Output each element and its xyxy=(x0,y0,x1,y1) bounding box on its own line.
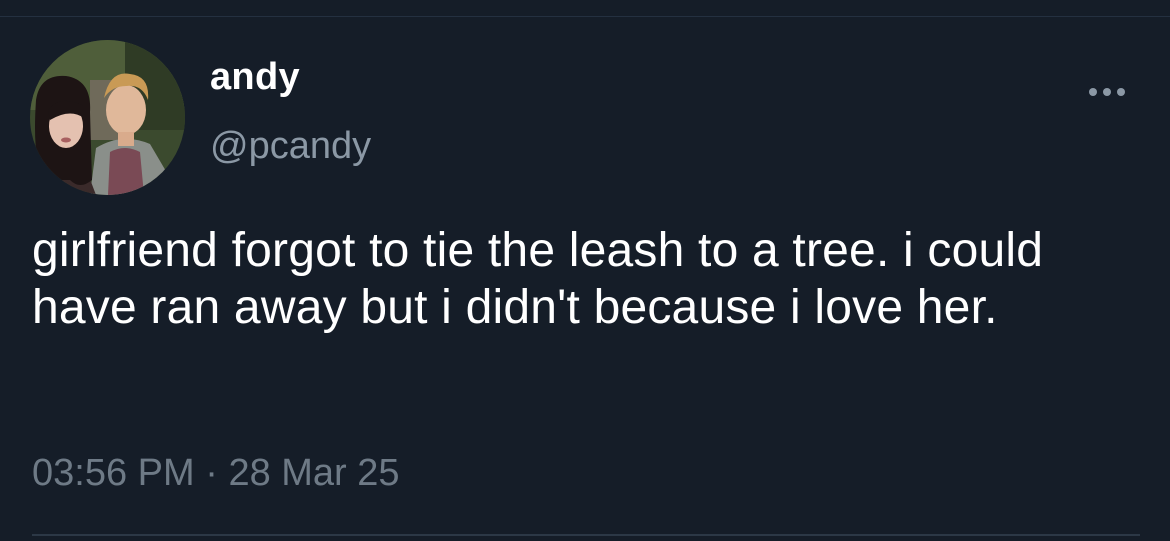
more-horizontal-icon-dot xyxy=(1117,88,1125,96)
tweet-text: girlfriend forgot to tie the leash to a … xyxy=(32,224,1044,334)
bottom-divider xyxy=(32,534,1140,536)
more-options-button[interactable] xyxy=(1082,80,1132,104)
more-horizontal-icon xyxy=(1089,88,1097,96)
tweet-timestamp[interactable]: 03:56 PM · 28 Mar 25 xyxy=(32,452,400,495)
tweet: andy @pcandy girlfriend forgot to tie th… xyxy=(0,0,1170,541)
tweet-date: 28 Mar 25 xyxy=(228,452,400,494)
avatar-photo xyxy=(30,40,185,195)
author-handle[interactable]: @pcandy xyxy=(210,125,371,168)
tweet-time: 03:56 PM xyxy=(32,452,195,494)
author-display-name[interactable]: andy xyxy=(210,56,300,99)
avatar[interactable] xyxy=(30,40,185,195)
timestamp-separator: · xyxy=(205,452,218,494)
more-horizontal-icon-dot xyxy=(1103,88,1111,96)
